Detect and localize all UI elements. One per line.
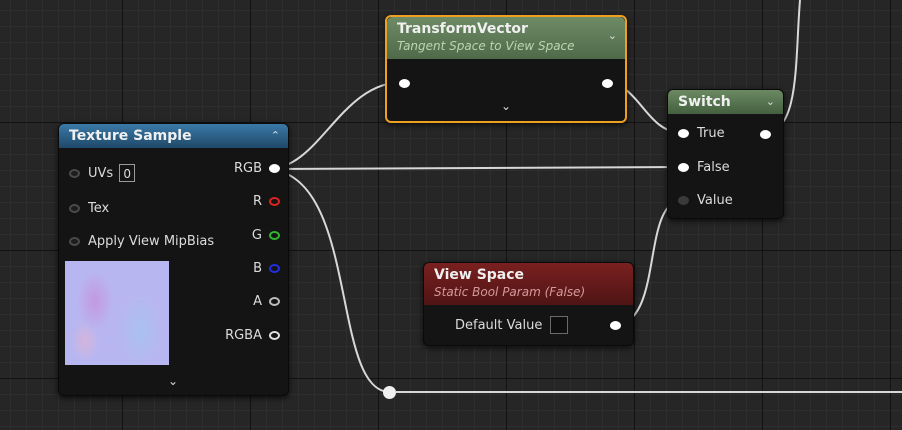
b-pin[interactable] xyxy=(269,264,280,273)
g-label: G xyxy=(251,228,262,243)
switch-output-pin[interactable] xyxy=(760,130,771,139)
uvs-pin[interactable] xyxy=(69,168,80,178)
texture-sample-node[interactable]: Texture Sample ⌃ UVs 0 Tex Apply View Mi… xyxy=(58,123,289,396)
g-pin[interactable] xyxy=(269,231,280,240)
node-title: Switch xyxy=(678,94,731,110)
node-title: TransformVector xyxy=(397,21,528,37)
rgb-label: RGB xyxy=(233,161,262,176)
reroute-node[interactable] xyxy=(383,386,396,399)
false-pin[interactable] xyxy=(678,163,689,172)
a-label: A xyxy=(253,294,262,309)
expand-icon[interactable]: ⌄ xyxy=(168,374,178,388)
view-space-node[interactable]: View Space Static Bool Param (False) Def… xyxy=(423,262,634,346)
expand-icon[interactable]: ⌄ xyxy=(501,99,511,113)
b-label: B xyxy=(253,261,262,276)
r-pin[interactable] xyxy=(269,197,280,206)
default-value-label: Default Value xyxy=(455,317,543,333)
wire-rgb-to-false xyxy=(267,166,684,170)
switch-node[interactable]: Switch ⌄ True False Value xyxy=(667,89,784,219)
value-input-row: Value xyxy=(678,193,733,208)
false-label: False xyxy=(697,160,730,175)
true-input-row: True xyxy=(678,126,725,141)
tex-input-row: Tex xyxy=(69,201,109,216)
g-output-row: G xyxy=(252,228,280,243)
node-subtitle: Tangent Space to View Space xyxy=(397,39,575,53)
texture-sample-header[interactable]: Texture Sample ⌃ xyxy=(59,124,288,148)
chevron-down-icon[interactable]: ⌄ xyxy=(608,29,617,42)
tex-label: Tex xyxy=(88,201,110,216)
a-output-row: A xyxy=(253,294,280,309)
mipbias-label: Apply View MipBias xyxy=(88,234,215,249)
rgba-pin[interactable] xyxy=(269,331,280,340)
true-label: True xyxy=(697,126,725,141)
r-output-row: R xyxy=(253,194,280,209)
uvs-label: UVs xyxy=(88,165,114,181)
r-label: R xyxy=(252,194,262,209)
value-pin[interactable] xyxy=(678,196,689,205)
uvs-input-row: UVs 0 xyxy=(69,164,136,182)
switch-header[interactable]: Switch ⌄ xyxy=(668,90,783,114)
rgba-output-row: RGBA xyxy=(225,328,280,343)
mipbias-input-row: Apply View MipBias xyxy=(69,234,214,249)
node-subtitle: Static Bool Param (False) xyxy=(434,285,586,299)
default-value-row: Default Value xyxy=(455,316,569,334)
tex-pin[interactable] xyxy=(69,204,80,213)
uvs-value-field[interactable]: 0 xyxy=(119,164,136,182)
a-pin[interactable] xyxy=(269,297,280,306)
view-space-output-pin[interactable] xyxy=(610,321,621,330)
transform-output-pin[interactable] xyxy=(602,79,613,88)
mipbias-pin[interactable] xyxy=(69,237,80,246)
collapse-icon[interactable]: ⌃ xyxy=(271,129,280,142)
true-pin[interactable] xyxy=(678,129,689,138)
transform-vector-header[interactable]: TransformVector Tangent Space to View Sp… xyxy=(387,17,625,59)
default-value-checkbox[interactable] xyxy=(550,316,569,334)
transform-input-pin[interactable] xyxy=(399,79,410,88)
chevron-down-icon[interactable]: ⌄ xyxy=(766,95,775,108)
texture-preview-thumbnail xyxy=(65,261,169,365)
node-title: Texture Sample xyxy=(69,128,192,144)
node-title: View Space xyxy=(434,267,525,283)
rgb-output-row: RGB xyxy=(234,161,280,176)
view-space-header[interactable]: View Space Static Bool Param (False) xyxy=(424,263,633,305)
false-input-row: False xyxy=(678,160,730,175)
rgba-label: RGBA xyxy=(225,328,262,343)
value-label: Value xyxy=(697,193,733,208)
transform-vector-node[interactable]: TransformVector Tangent Space to View Sp… xyxy=(385,15,627,123)
b-output-row: B xyxy=(253,261,280,276)
rgb-pin[interactable] xyxy=(269,164,280,173)
